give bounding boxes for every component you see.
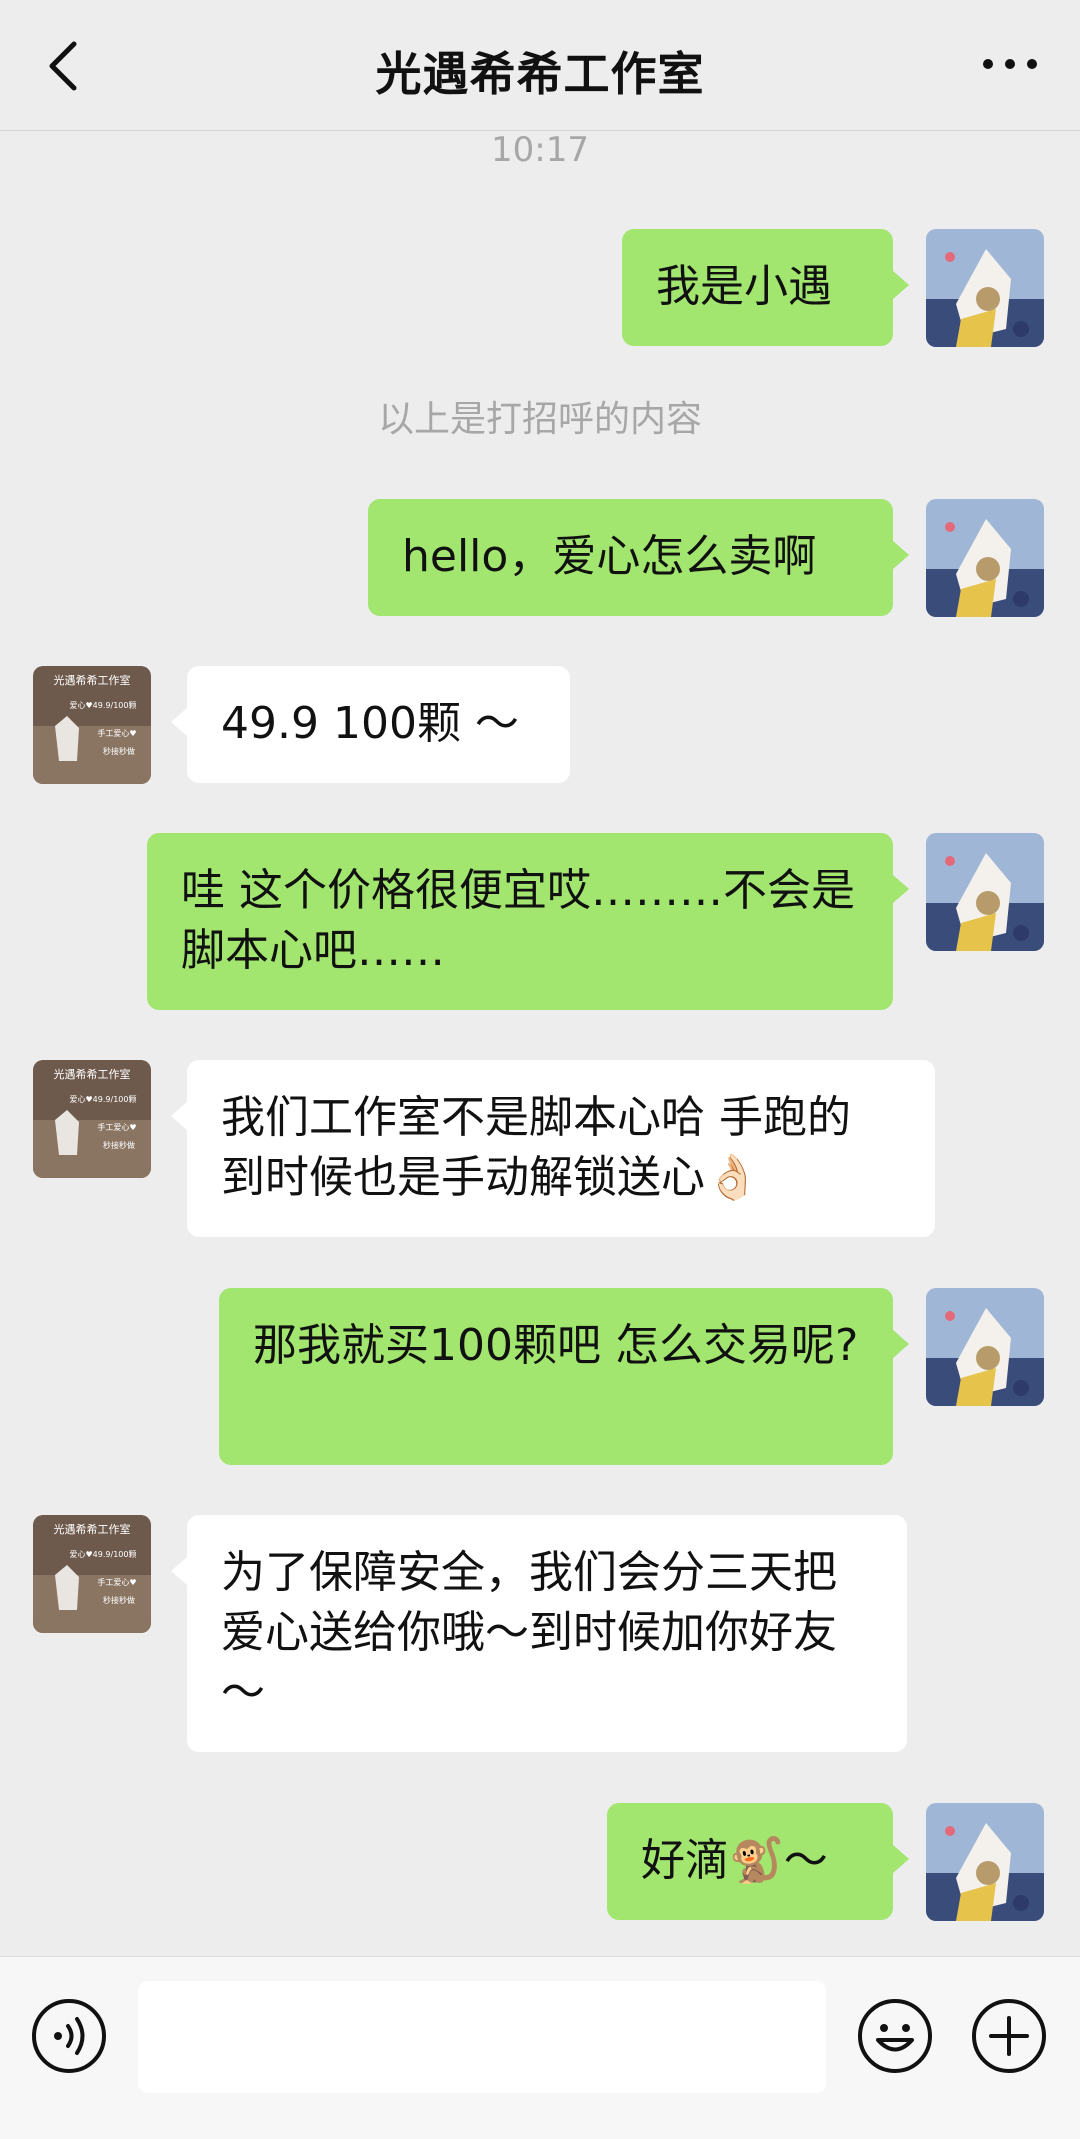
message-bubble-outgoing[interactable]: 哇 这个价格很便宜哎………不会是脚本心吧…… (147, 833, 909, 1010)
svg-text:光遇希希工作室: 光遇希希工作室 (54, 1522, 131, 1536)
svg-text:光遇希希工作室: 光遇希希工作室 (54, 1067, 131, 1081)
svg-text:秒接秒做: 秒接秒做 (103, 1595, 135, 1605)
message-bubble-incoming[interactable]: 49.9 100颗 ～ (171, 666, 570, 783)
message-list[interactable]: 10:17 我是小遇 以上是打招呼的内容 hello，爱心怎么卖啊 光遇希希工作… (0, 130, 1080, 1956)
avatar[interactable] (926, 229, 1044, 347)
voice-icon[interactable] (30, 1997, 108, 2075)
svg-text:秒接秒做: 秒接秒做 (103, 1140, 135, 1150)
input-bar (0, 1956, 1080, 2139)
svg-text:手工爱心♥: 手工爱心♥ (97, 728, 136, 738)
avatar[interactable] (926, 1803, 1044, 1921)
message-bubble-outgoing[interactable]: 好滴🐒～ (607, 1803, 909, 1920)
svg-text:爱心♥49.9/100颗: 爱心♥49.9/100颗 (70, 701, 137, 710)
svg-text:爱心♥49.9/100颗: 爱心♥49.9/100颗 (70, 1550, 137, 1559)
message-bubble-incoming[interactable]: 我们工作室不是脚本心哈 手跑的 到时候也是手动解锁送心👌🏻 (171, 1060, 935, 1237)
avatar[interactable] (926, 1288, 1044, 1406)
svg-text:手工爱心♥: 手工爱心♥ (97, 1122, 136, 1132)
avatar[interactable]: 光遇希希工作室 爱心♥49.9/100颗 手工爱心♥ 秒接秒做 (33, 1515, 151, 1633)
avatar[interactable]: 光遇希希工作室 爱心♥49.9/100颗 手工爱心♥ 秒接秒做 (33, 666, 151, 784)
chat-header: 光遇希希工作室 (0, 0, 1080, 131)
avatar[interactable] (926, 499, 1044, 617)
avatar[interactable] (926, 833, 1044, 951)
emoji-icon[interactable] (856, 1997, 934, 2075)
timestamp: 10:17 (491, 130, 589, 170)
system-note: 以上是打招呼的内容 (377, 399, 702, 440)
message-bubble-outgoing[interactable]: 那我就买100颗吧 怎么交易呢? (219, 1288, 909, 1465)
message-bubble-outgoing[interactable]: 我是小遇 (622, 229, 909, 346)
svg-text:手工爱心♥: 手工爱心♥ (97, 1577, 136, 1587)
message-bubble-incoming[interactable]: 为了保障安全，我们会分三天把爱心送给你哦～到时候加你好友～ (171, 1515, 907, 1752)
message-bubble-outgoing[interactable]: hello，爱心怎么卖啊 (368, 499, 909, 616)
svg-text:光遇希希工作室: 光遇希希工作室 (54, 673, 131, 687)
svg-text:秒接秒做: 秒接秒做 (103, 746, 135, 756)
avatar[interactable]: 光遇希希工作室 爱心♥49.9/100颗 手工爱心♥ 秒接秒做 (33, 1060, 151, 1178)
svg-text:爱心♥49.9/100颗: 爱心♥49.9/100颗 (70, 1095, 137, 1104)
plus-icon[interactable] (970, 1997, 1048, 2075)
more-dots-icon[interactable] (980, 50, 1040, 78)
message-input[interactable] (138, 1981, 826, 2093)
chat-title: 光遇希希工作室 (375, 47, 705, 101)
